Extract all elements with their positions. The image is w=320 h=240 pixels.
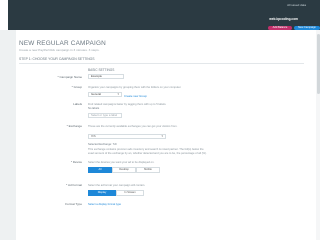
ad-format-option-instream[interactable]: In Stream	[116, 190, 144, 196]
sidebar-area	[0, 30, 16, 240]
group-select[interactable]: General ▾	[88, 92, 122, 97]
exchange-help-text: These are the currently available exchan…	[88, 124, 178, 128]
step-heading: STEP 1: CHOOSE YOUR CAMPAIGN SETTINGS	[19, 57, 95, 61]
exchange-description-line1: This exchange contains premium ads inven…	[88, 148, 204, 151]
chevron-down-icon: ▾	[161, 134, 163, 138]
labels-input[interactable]: Select or type a label	[88, 113, 122, 118]
group-label-text: Group	[73, 85, 82, 89]
top-status-text: All saved data	[287, 3, 306, 7]
logo-strip-icon	[0, 0, 8, 30]
ad-format-label: * Ad Format	[18, 183, 82, 187]
group-help-text: Organize your campaigns by grouping them…	[88, 85, 182, 89]
page-title: NEW REGULAR CAMPAIGN	[19, 40, 106, 47]
device-option-mobile[interactable]: Mobile	[136, 167, 160, 173]
main-panel: NEW REGULAR CAMPAIGN Create a new PayPer…	[16, 30, 320, 240]
chevron-down-icon: ▾	[117, 92, 119, 96]
basic-settings-heading: BASIC SETTINGS	[88, 68, 115, 72]
group-label: * Group	[18, 85, 82, 89]
create-group-link[interactable]: Create new Group	[124, 94, 147, 98]
labels-empty-text: No labels	[88, 107, 100, 110]
ad-format-help-text: Select the ad format your campaign will …	[88, 183, 146, 187]
exchange-select-value: 7ch	[91, 134, 96, 138]
exchange-select[interactable]: 7ch ▾	[88, 134, 166, 139]
campaign-name-input[interactable]: Example	[88, 74, 124, 79]
selected-exchange-note: Selected Exchange: 7ch	[88, 143, 117, 146]
device-option-desktop[interactable]: Desktop	[112, 167, 136, 173]
exchange-description-line2: exact amount of the exchange by an, whet…	[88, 152, 207, 155]
screen: All saved data web.kpcoding.com Add Bala…	[0, 0, 320, 240]
ad-format-option-display[interactable]: Display	[88, 190, 116, 196]
labels-label: Labels	[73, 102, 82, 106]
top-bar: All saved data web.kpcoding.com Add Bala…	[0, 0, 320, 30]
scrollbar-thumb[interactable]	[316, 34, 320, 94]
campaign-name-label: * Campaign Name	[18, 75, 82, 79]
exchange-label-text: Exchange	[68, 124, 82, 128]
format-type-label: Format Type	[65, 202, 82, 206]
group-select-value: General	[91, 92, 101, 96]
user-host[interactable]: web.kpcoding.com	[269, 17, 298, 21]
device-help-text: Select the devices you want your ad to b…	[88, 160, 155, 164]
divider	[19, 63, 304, 64]
page-subtitle: Create a new PayPerClick campaign in 3 m…	[19, 48, 100, 52]
format-type-select[interactable]: Select a display format type	[88, 203, 121, 206]
device-label: * Device	[18, 160, 82, 164]
exchange-label: * Exchange	[18, 124, 82, 128]
device-option-all[interactable]: All	[88, 167, 112, 173]
ad-format-label-text: Ad Format	[67, 183, 82, 187]
device-label-text: Device	[72, 160, 82, 164]
labels-help-text: Find related campaigns faster by tagging…	[88, 102, 167, 106]
campaign-name-label-text: Campaign Name	[59, 75, 82, 79]
